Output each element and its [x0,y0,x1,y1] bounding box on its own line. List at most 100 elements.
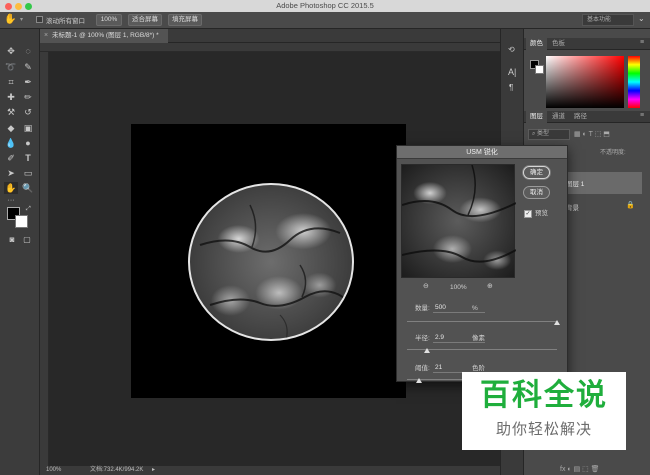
scroll-all-windows-label: 滚动所有窗口 [46,18,85,25]
title-bar: Adobe Photoshop CC 2015.5 [0,0,650,12]
workspace-select[interactable]: 基本功能 [582,14,634,26]
options-bar: ✋ ▾ 滚动所有窗口 100% 适合屏幕 填充屏幕 基本功能 ⌄ [0,12,650,29]
status-zoom[interactable]: 100% [46,466,61,475]
eyedropper-tool-icon[interactable]: ✒ [21,76,35,88]
radius-label: 半径: [415,335,430,342]
scroll-all-windows-checkbox[interactable] [36,16,43,23]
amount-slider-track[interactable] [407,321,557,322]
unsharp-mask-dialog: USM 锐化 确定 取消 ✓ 预览 ⊖ 100% ⊕ 数量: 500 % 半径:… [396,145,568,383]
background-color-swatch[interactable] [15,215,28,228]
marquee-tool-icon[interactable]: ◌ [21,45,35,57]
amount-slider-knob[interactable] [554,320,560,325]
ok-button[interactable]: 确定 [523,166,550,179]
blur-tool-icon[interactable]: 💧 [4,137,18,149]
zoom-in-icon[interactable]: ⊕ [487,282,493,290]
filter-icons[interactable]: ▦ ◐ T ⬚ ⬒ [574,130,610,138]
radius-unit: 像素 [472,335,485,342]
kind-filter-label: 类型 [537,131,550,137]
hand-tool-icon[interactable]: ✋ [4,182,18,194]
character-panel-icon[interactable]: A| [508,67,516,77]
document-tab-title: 未标题-1 @ 100% (图层 1, RGB/8*) * [52,32,159,39]
zoom-tool-icon[interactable]: 🔍 [21,182,35,194]
quick-selection-tool-icon[interactable]: ✎ [21,61,35,73]
color-panel-tabs: 颜色 色板 ≡ [524,38,650,50]
watermark-logo: 百科全说 助你轻松解决 [462,372,626,450]
minimize-window-button[interactable] [15,3,22,10]
layer-kind-filter[interactable]: ⌕ 类型 [528,129,570,140]
layer-actions-icons[interactable]: fx ◐ ▤ ⬚ 🗑 [560,465,600,473]
quick-mask-icon[interactable]: ◙ [5,234,19,246]
watermark-title: 百科全说 [480,379,608,412]
close-icon[interactable]: × [44,29,48,43]
layers-panel-tabs: 图层 通道 路径 ≡ [524,111,650,123]
amount-label: 数量: [415,305,430,312]
threshold-label: 阈值: [415,365,430,372]
fit-screen-button[interactable]: 适合屏幕 [128,14,162,26]
cancel-button[interactable]: 取消 [523,186,550,199]
dialog-title: USM 锐化 [397,146,567,159]
zoom-out-icon[interactable]: ⊖ [423,282,429,290]
type-tool-icon[interactable]: T [21,152,35,164]
chevron-down-icon[interactable]: ▾ [20,16,23,23]
chevron-down-icon[interactable]: ⌄ [638,14,645,23]
status-bar: 100% 文档:732.4K/994.2K ▸ [40,466,500,475]
more-tools-icon[interactable]: ··· [4,195,18,207]
preview-zoom: 100% [450,284,467,291]
zoom-100-button[interactable]: 100% [96,14,122,26]
lock-icon: 🔒 [626,202,635,209]
panel-menu-icon[interactable]: ≡ [640,112,644,119]
history-panel-icon[interactable]: ⟲ [508,45,515,54]
tab-channels[interactable]: 通道 [548,111,569,123]
hand-tool-icon: ✋ [4,14,17,25]
amount-unit: % [472,305,478,312]
background-color-chip[interactable] [535,65,544,74]
dialog-preview-window[interactable] [401,164,516,278]
horizontal-ruler [40,43,500,52]
crop-tool-icon[interactable]: ⌗ [4,76,18,88]
tab-paths[interactable]: 路径 [570,111,591,123]
preview-crack-lines [402,165,516,263]
swap-colors-icon[interactable]: ⤢ [26,206,31,213]
dodge-tool-icon[interactable]: ● [21,137,35,149]
color-picker-field[interactable] [546,56,624,108]
gradient-tool-icon[interactable]: ▣ [21,122,35,134]
screen-mode-icon[interactable]: ▢ [20,234,34,246]
radius-slider-knob[interactable] [423,348,430,353]
eraser-tool-icon[interactable]: ◆ [4,122,18,134]
document-tab[interactable]: × 未标题-1 @ 100% (图层 1, RGB/8*) * [40,29,168,43]
search-icon: ⌕ [532,131,536,137]
brush-tool-icon[interactable]: ✏ [21,91,35,103]
zoom-window-button[interactable] [25,3,32,10]
watermark-subtitle: 助你轻松解决 [495,421,592,438]
threshold-slider-knob[interactable] [416,378,422,383]
hue-slider[interactable] [628,56,640,108]
lasso-tool-icon[interactable]: ➰ [4,61,18,73]
close-window-button[interactable] [5,3,12,10]
chevron-right-icon[interactable]: ▸ [152,466,155,475]
tab-swatches[interactable]: 色板 [548,38,569,50]
tab-layers[interactable]: 图层 [526,111,547,123]
rectangle-tool-icon[interactable]: ▭ [21,167,35,179]
move-tool-icon[interactable]: ✥ [4,45,18,57]
tools-panel: ✥ ◌ ➰ ✎ ⌗ ✒ ✚ ✏ ⚒ ↺ ◆ ▣ 💧 ● ✐ T ➤ ▭ ✋ 🔍 … [0,29,40,475]
panel-menu-icon[interactable]: ≡ [640,39,644,46]
crack-lines [199,204,351,339]
opacity-label: 不透明度: [600,150,626,156]
preview-label: 预览 [535,210,548,217]
tab-color[interactable]: 颜色 [526,38,547,50]
radius-slider-track[interactable] [407,349,557,350]
path-selection-tool-icon[interactable]: ➤ [4,167,18,179]
layer-name: 图层 1 [566,181,585,188]
paragraph-panel-icon[interactable]: ¶ [509,83,513,92]
status-doc-size: 文档:732.4K/994.2K [90,467,144,473]
vertical-ruler [40,52,49,466]
clone-stamp-tool-icon[interactable]: ⚒ [4,106,18,118]
pen-tool-icon[interactable]: ✐ [4,152,18,164]
document-tab-bar: × 未标题-1 @ 100% (图层 1, RGB/8*) * [40,29,500,43]
fill-screen-button[interactable]: 填充屏幕 [168,14,202,26]
history-brush-tool-icon[interactable]: ↺ [21,106,35,118]
circle-cloud-selection [188,183,354,341]
app-title: Adobe Photoshop CC 2015.5 [276,1,374,10]
preview-checkbox[interactable]: ✓ [524,210,532,218]
healing-brush-tool-icon[interactable]: ✚ [4,91,18,103]
